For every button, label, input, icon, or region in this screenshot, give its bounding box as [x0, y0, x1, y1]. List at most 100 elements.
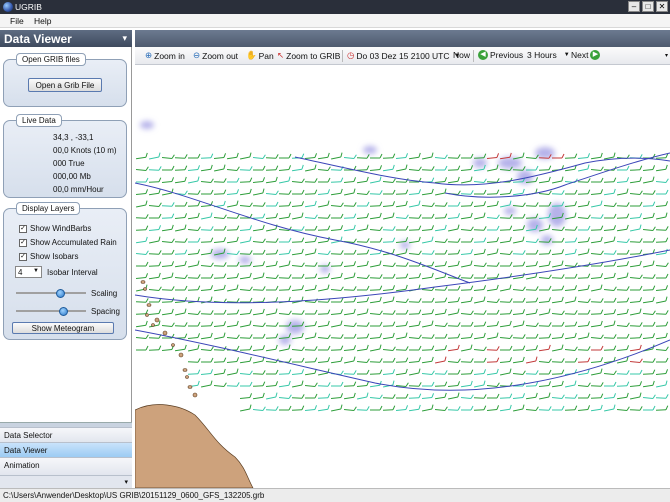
nav-data-selector[interactable]: Data Selector	[0, 427, 132, 442]
scaling-slider[interactable]	[16, 289, 86, 298]
wind-barb	[213, 189, 227, 195]
datetime-dropdown[interactable]: ◷ Do 03 Dez 15 2100 UTC ▼	[347, 50, 460, 61]
wind-barb	[266, 201, 279, 207]
wind-barb-flag	[639, 249, 643, 254]
wind-barb-flag	[366, 238, 370, 243]
wind-barb	[603, 286, 617, 292]
rain-row[interactable]: ✓ Show Accumulated Rain	[19, 238, 117, 247]
isobar-interval-select[interactable]: 4 ▼	[15, 266, 42, 278]
wind-barb-shaft	[226, 168, 238, 172]
wind-barb-flag	[197, 274, 201, 279]
weather-map[interactable]	[135, 65, 670, 488]
wind-barb	[318, 345, 331, 351]
wind-barb-flag	[522, 320, 525, 326]
windbarbs-checkbox[interactable]: ✓	[19, 224, 27, 233]
wind-barb	[655, 369, 669, 376]
wind-barb-flag	[275, 190, 279, 195]
wind-barb	[604, 236, 616, 244]
wind-barb-shaft	[473, 229, 485, 231]
wind-barb-shaft	[265, 253, 277, 255]
zoom-to-grib-button[interactable]: ↖ Zoom to GRIB	[277, 50, 340, 61]
wind-barb-flag	[197, 201, 201, 206]
wind-barb-flag	[353, 345, 357, 350]
wind-barb	[331, 152, 343, 160]
zoom-out-button[interactable]: ⊖ Zoom out	[193, 50, 238, 61]
isobars-checkbox[interactable]: ✓	[19, 252, 27, 261]
wind-barb	[551, 274, 565, 279]
maximize-button[interactable]: □	[642, 1, 654, 12]
wind-barb	[266, 308, 278, 316]
step-dropdown[interactable]: 3 Hours ▼	[527, 50, 570, 60]
wind-barb	[473, 405, 487, 411]
wind-barb-shaft	[603, 349, 615, 351]
menu-file[interactable]: File	[10, 16, 24, 26]
toolbar-overflow-icon[interactable]: ▾	[665, 52, 668, 59]
wind-barb-shaft	[317, 360, 329, 364]
zoom-in-button[interactable]: ⊕ Zoom in	[145, 50, 185, 61]
wind-barb	[200, 164, 213, 172]
next-button[interactable]: Next ▶	[571, 50, 601, 60]
show-meteogram-button[interactable]: Show Meteogram	[12, 322, 114, 334]
wind-barb	[590, 166, 604, 172]
wind-barb	[291, 164, 304, 172]
wind-barb-shaft	[512, 204, 524, 208]
wind-barb	[135, 320, 148, 328]
wind-barb-flag	[444, 249, 448, 255]
rain-checkbox[interactable]: ✓	[19, 238, 27, 247]
wind-barb-flag	[275, 308, 278, 314]
wind-barb-shaft	[421, 276, 433, 280]
wind-barb-flag	[561, 201, 565, 206]
wind-barb-shaft	[213, 181, 225, 183]
wind-barb	[448, 308, 460, 316]
wind-barb-flag	[262, 345, 266, 350]
spacing-slider[interactable]	[16, 307, 86, 316]
minimize-button[interactable]: –	[628, 1, 640, 12]
wind-barb	[136, 200, 148, 208]
wind-barb	[512, 356, 525, 364]
wind-barb	[239, 309, 253, 316]
wind-barb-flag	[470, 296, 473, 302]
wind-barb	[396, 248, 408, 256]
spacing-thumb[interactable]	[58, 307, 68, 316]
close-button[interactable]: ✕	[656, 1, 668, 12]
pin-icon[interactable]: ▾	[122, 33, 127, 44]
wind-barb-flag	[288, 285, 292, 290]
wind-barb-flag	[639, 297, 643, 302]
menu-help[interactable]: Help	[34, 16, 51, 26]
wind-barb-shaft	[408, 385, 420, 387]
wind-barb-shaft	[343, 385, 355, 387]
windbarbs-row[interactable]: ✓ Show WindBarbs	[19, 224, 91, 233]
wind-barb-flag	[145, 309, 149, 314]
now-button[interactable]: Now	[453, 50, 470, 60]
wind-barb-flag	[626, 308, 629, 314]
wind-barb-flag	[145, 177, 149, 183]
wind-barb-shaft	[304, 384, 316, 388]
open-grib-button[interactable]: Open a Grib File	[28, 78, 102, 92]
live-position: 34,3 , -33,1	[53, 133, 94, 142]
rain-blob	[363, 146, 377, 154]
isobars-row[interactable]: ✓ Show Isobars	[19, 252, 78, 261]
wind-barb-flag	[392, 346, 396, 351]
wind-barb-shaft	[552, 264, 562, 268]
previous-button[interactable]: ◀ Previous	[478, 50, 523, 60]
wind-barb	[590, 393, 604, 399]
wind-barb-flag	[327, 404, 330, 410]
wind-barb-flag	[275, 333, 279, 338]
wind-barb	[577, 200, 590, 208]
wind-barb-flag	[522, 297, 526, 303]
wind-barb-shaft	[214, 168, 224, 172]
wind-barb-shaft	[447, 409, 459, 411]
wind-barb-flag	[392, 369, 396, 374]
wind-barb-flag	[405, 332, 408, 338]
wind-barb-flag	[340, 177, 344, 182]
wind-barb-shaft	[409, 372, 419, 376]
wind-barb-flag	[418, 152, 421, 158]
wind-barb	[434, 381, 448, 387]
scaling-thumb[interactable]	[55, 289, 65, 298]
wind-barb	[136, 177, 149, 183]
wind-barb-shaft	[356, 276, 368, 280]
nav-animation[interactable]: Animation	[0, 457, 132, 475]
chevron-down-icon[interactable]: ▾	[124, 478, 128, 486]
nav-data-viewer[interactable]: Data Viewer	[0, 442, 132, 457]
pan-button[interactable]: ✋ Pan	[246, 50, 274, 61]
